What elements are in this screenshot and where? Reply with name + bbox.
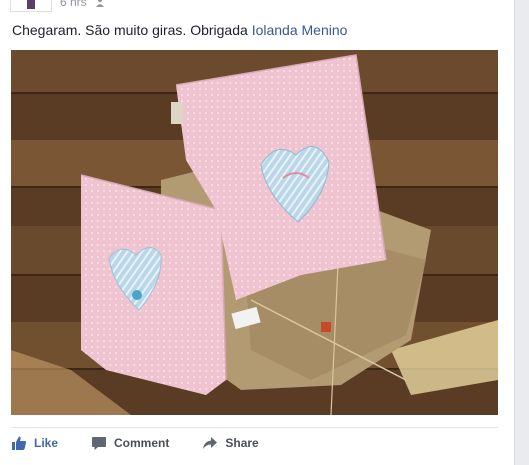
thumbs-up-icon [12, 436, 27, 450]
post-message: Chegaram. São muito giras. Obrigada [12, 22, 248, 38]
mention-link[interactable]: Iolanda Menino [252, 22, 348, 38]
share-label: Share [225, 436, 259, 450]
post-header: 6 hrs [10, 0, 105, 12]
post-text: Chegaram. São muito giras. Obrigada Iola… [12, 21, 347, 39]
comment-button[interactable]: Comment [91, 435, 169, 451]
like-label: Like [34, 436, 59, 450]
post-actions: Like Comment Share [11, 432, 292, 454]
share-arrow-icon [203, 437, 218, 449]
like-button[interactable]: Like [11, 435, 58, 451]
comment-label: Comment [114, 436, 170, 450]
post-timestamp[interactable]: 6 hrs [60, 0, 87, 9]
share-button[interactable]: Share [202, 435, 259, 451]
avatar[interactable] [10, 0, 52, 12]
post-photo[interactable] [11, 50, 498, 415]
friends-icon[interactable] [95, 0, 105, 7]
actions-divider [11, 427, 498, 428]
speech-bubble-icon [92, 437, 107, 450]
scrollbar-track[interactable] [514, 0, 529, 465]
